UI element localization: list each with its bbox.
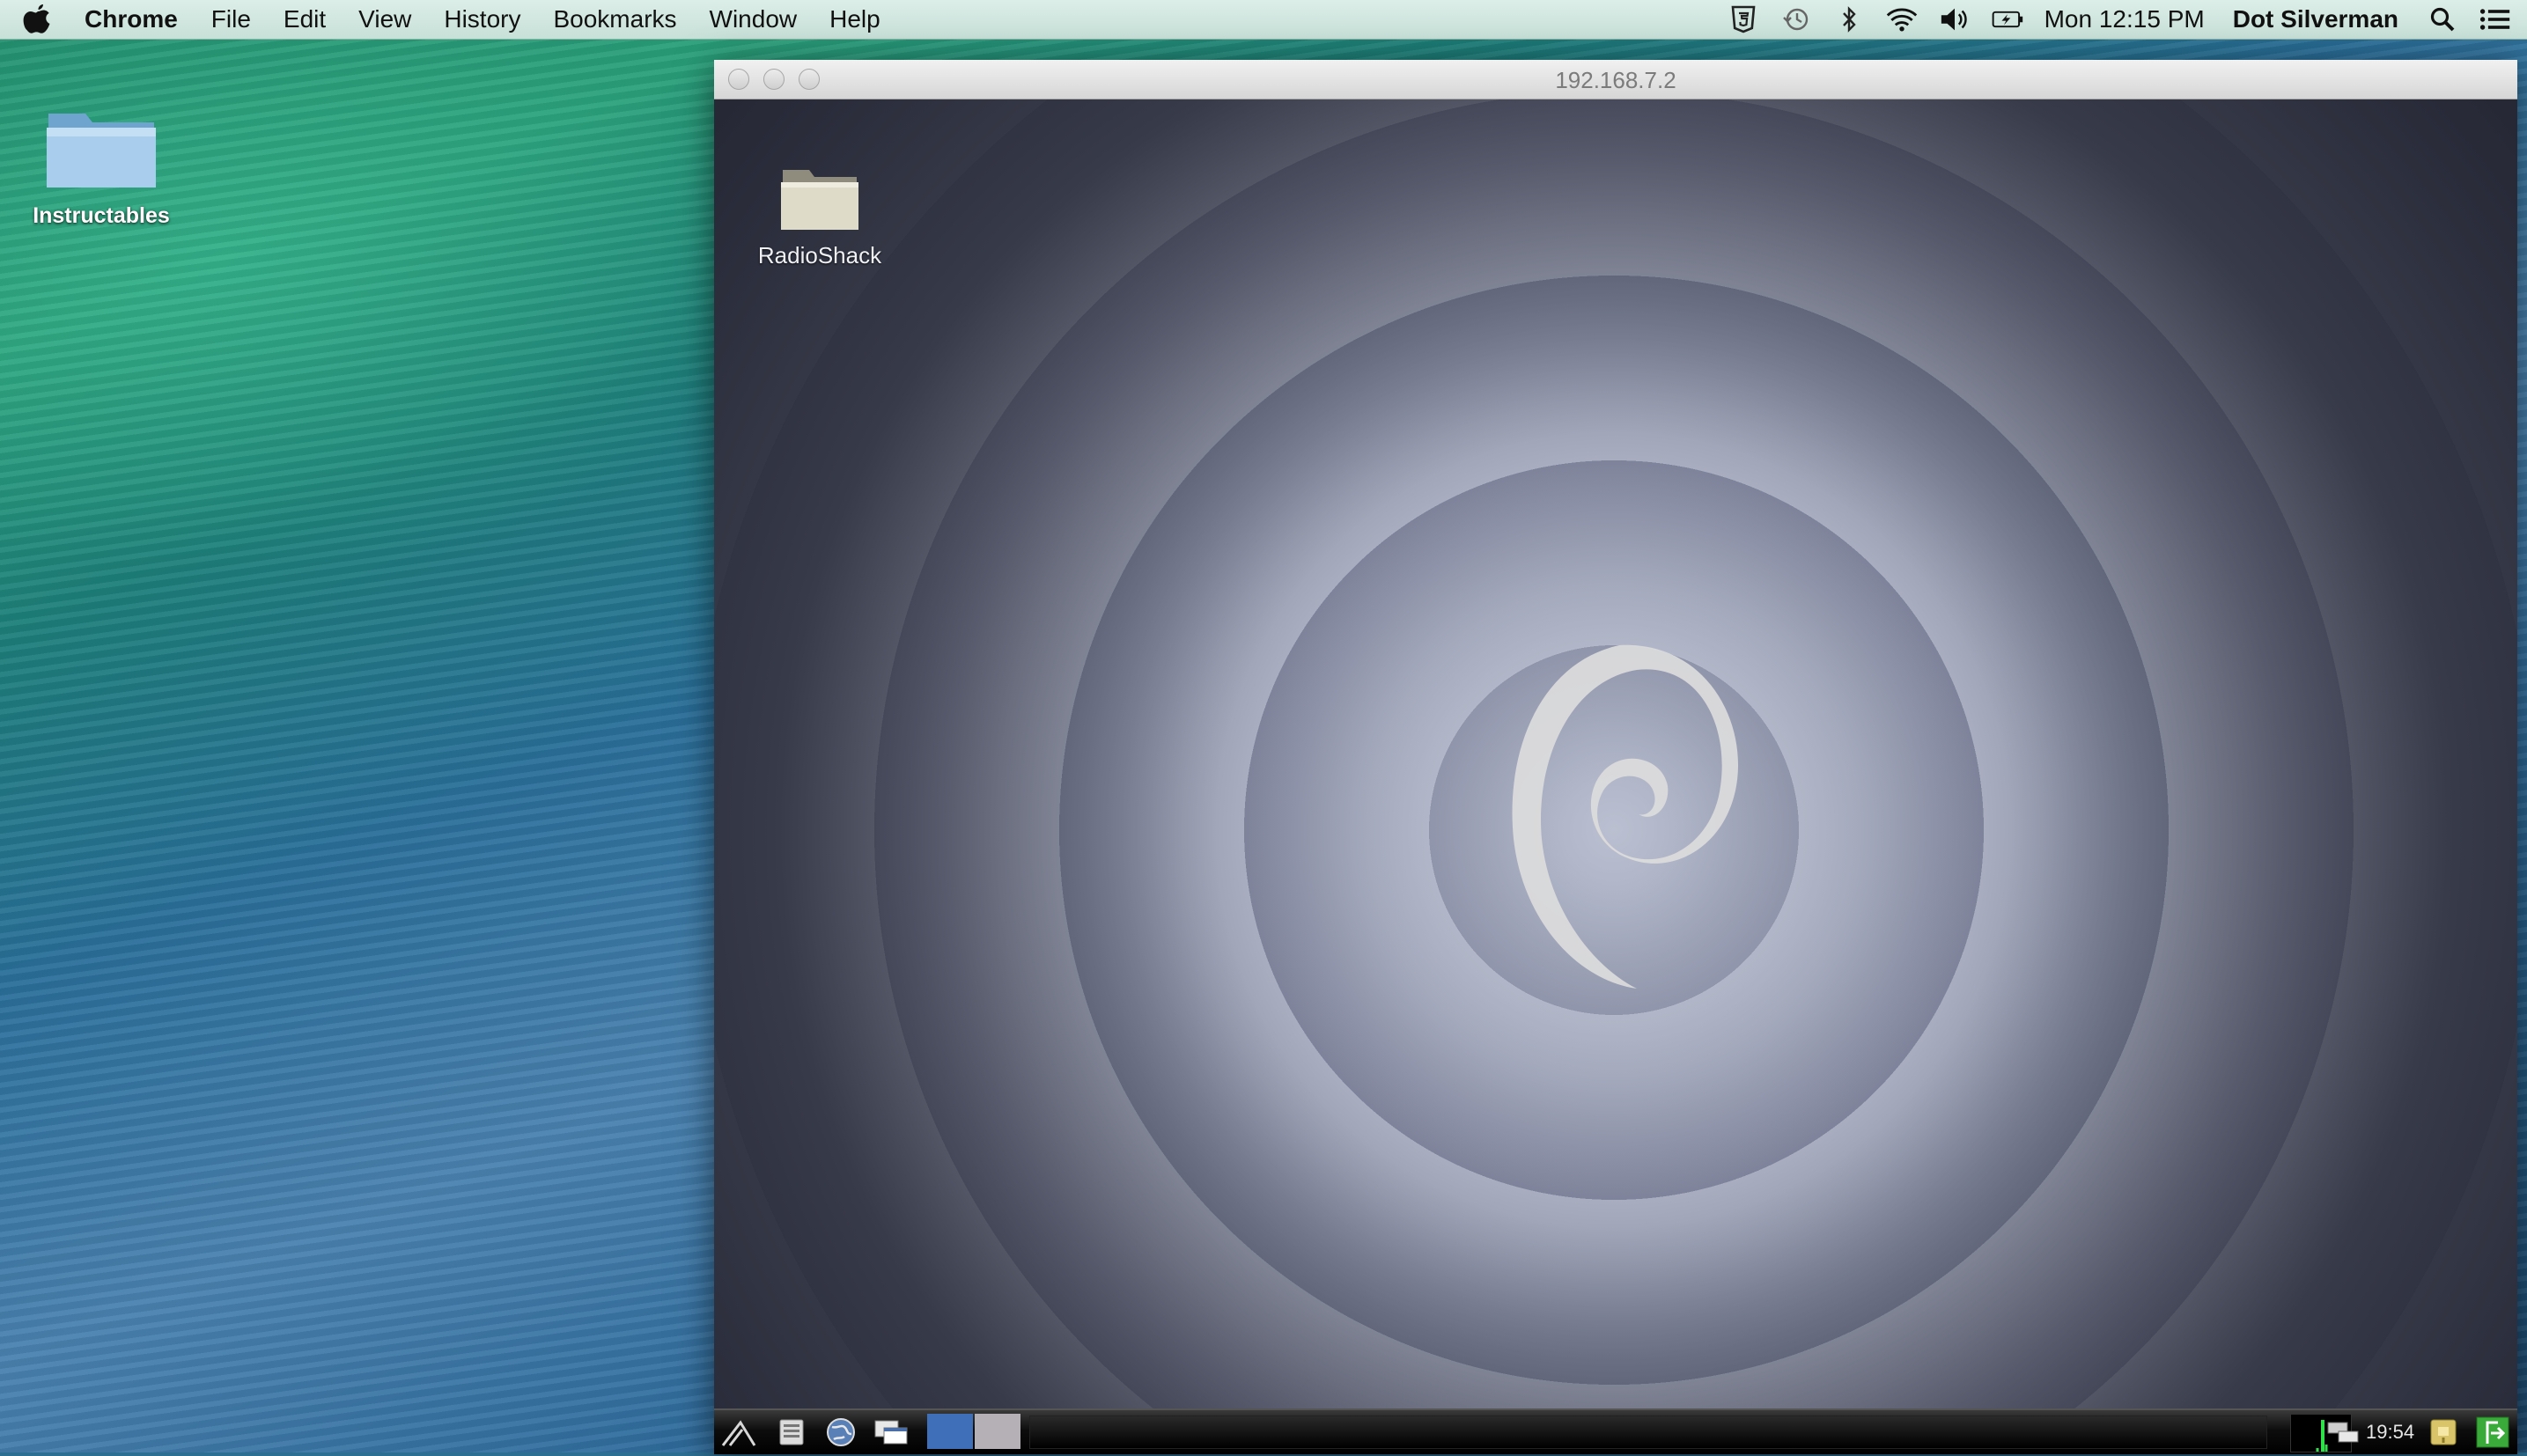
menu-window[interactable]: Window (710, 5, 798, 33)
menu-edit[interactable]: Edit (284, 5, 326, 33)
mac-menubar: Chrome File Edit View History Bookmarks … (0, 0, 2527, 40)
menu-help[interactable]: Help (829, 5, 880, 33)
menu-history[interactable]: History (444, 5, 520, 33)
menubar-clock[interactable]: Mon 12:15 PM (2044, 5, 2205, 33)
spotlight-search-icon[interactable] (2427, 4, 2458, 35)
time-machine-icon[interactable] (1780, 4, 1812, 35)
folder-label: Instructables (33, 203, 170, 228)
vnc-viewer-window: 192.168.7.2 RadioShack 19:54 (714, 60, 2517, 1454)
web-browser-icon[interactable] (823, 1414, 858, 1451)
menubar-user[interactable]: Dot Silverman (2233, 5, 2398, 33)
remote-debian-desktop[interactable]: RadioShack (714, 99, 2517, 1408)
task-list[interactable] (1029, 1416, 2267, 1449)
window-title: 192.168.7.2 (1555, 67, 1676, 93)
html5-shield-icon[interactable] (1728, 4, 1759, 35)
desktop-folder-radioshack[interactable]: RadioShack (749, 163, 890, 269)
workspace-2[interactable] (975, 1414, 1020, 1449)
apple-icon[interactable] (23, 2, 58, 37)
folder-icon (781, 170, 858, 230)
panel-clock[interactable]: 19:54 (2366, 1421, 2414, 1444)
folder-icon (47, 114, 156, 188)
menu-app-chrome[interactable]: Chrome (85, 5, 178, 33)
volume-icon[interactable] (1939, 4, 1971, 35)
logout-icon[interactable] (2473, 1414, 2512, 1451)
notification-center-icon[interactable] (2479, 4, 2511, 35)
folder-label: RadioShack (757, 242, 882, 268)
lxde-menu-icon[interactable] (719, 1414, 758, 1451)
lxde-taskbar: 19:54 (714, 1408, 2517, 1454)
workspace-1[interactable] (927, 1414, 973, 1449)
menu-view[interactable]: View (358, 5, 411, 33)
window-titlebar[interactable]: 192.168.7.2 (714, 60, 2517, 99)
file-manager-icon[interactable] (776, 1414, 807, 1451)
debian-swirl-logo (1512, 644, 1739, 989)
menu-file[interactable]: File (211, 5, 251, 33)
desktop-folder-instructables[interactable]: Instructables (26, 101, 176, 229)
wifi-icon[interactable] (1886, 4, 1918, 35)
network-icon[interactable] (2325, 1414, 2361, 1451)
battery-icon[interactable] (1992, 4, 2023, 35)
desktop-switch-icon[interactable] (873, 1414, 911, 1451)
update-notifier-icon[interactable] (2426, 1414, 2461, 1451)
bluetooth-icon[interactable] (1833, 4, 1865, 35)
menu-bookmarks[interactable]: Bookmarks (553, 5, 676, 33)
